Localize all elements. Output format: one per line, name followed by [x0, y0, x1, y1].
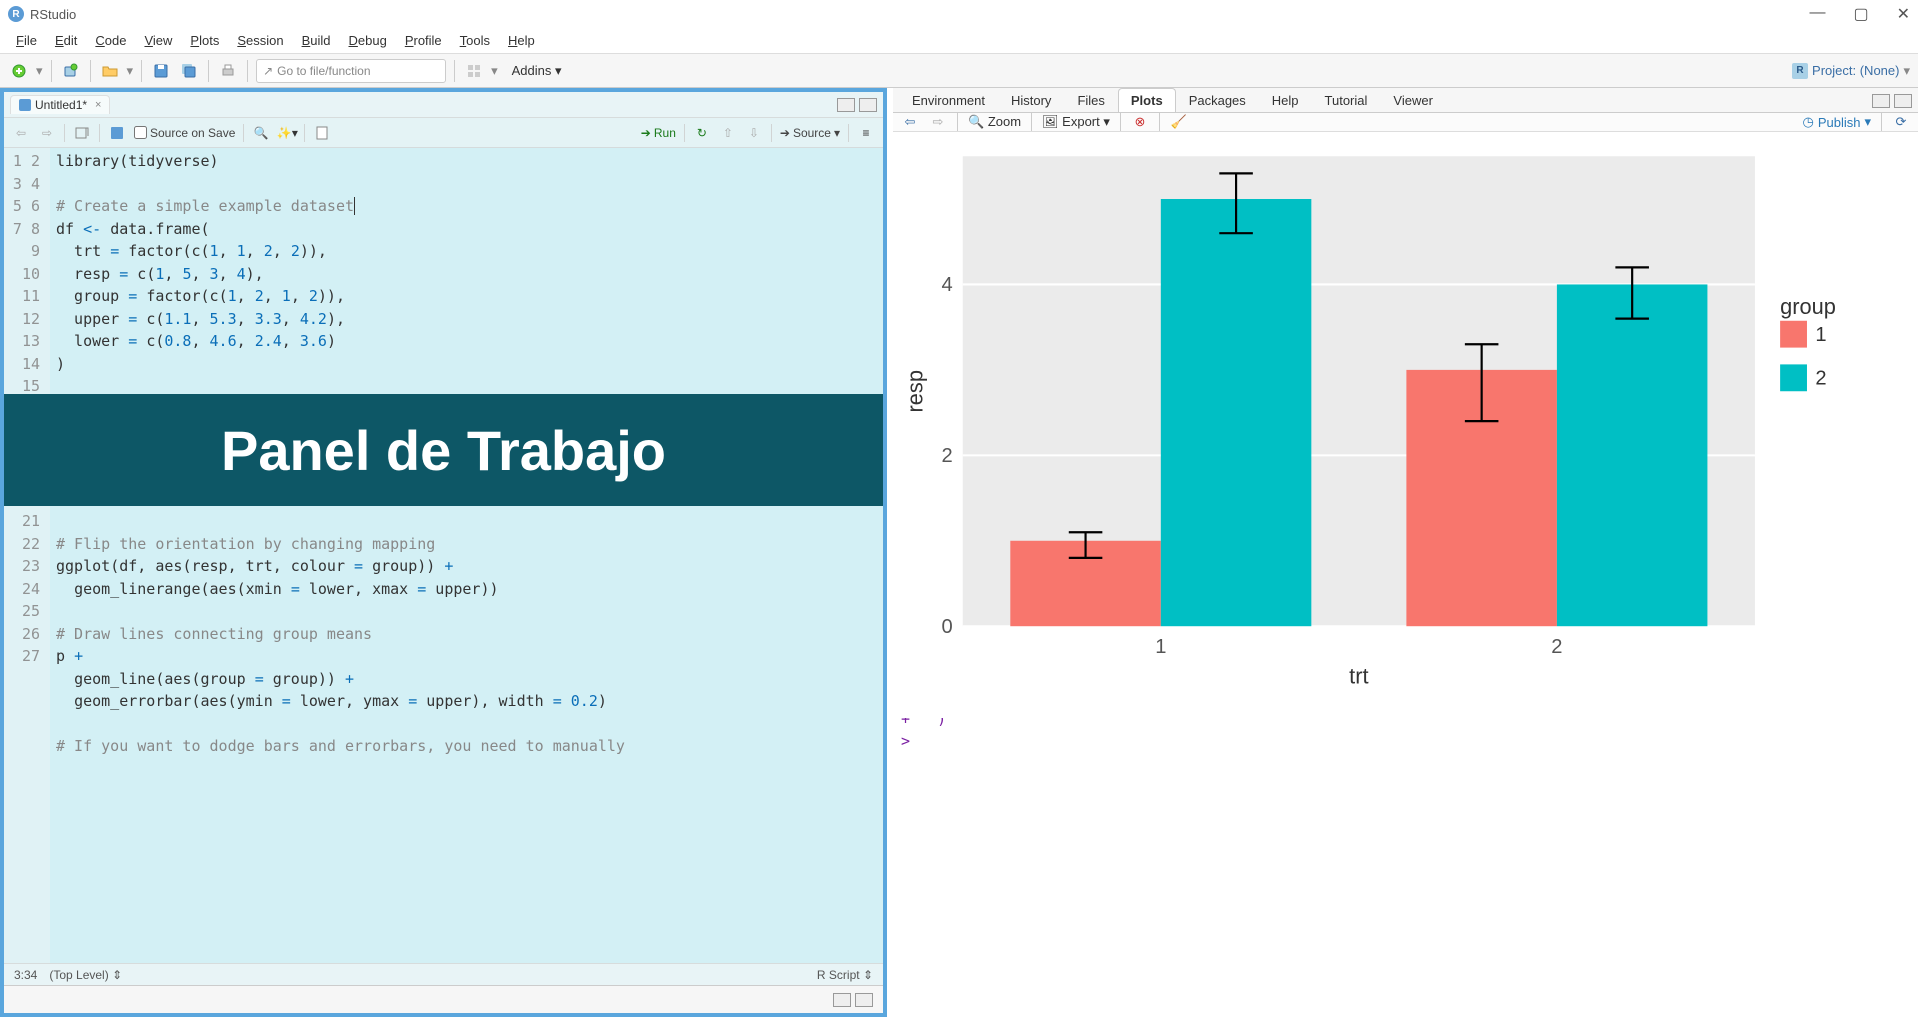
tab-environment[interactable]: Environment [899, 88, 998, 112]
svg-text:2: 2 [1815, 368, 1826, 390]
svg-text:0: 0 [942, 616, 953, 638]
maximize-console-icon[interactable] [855, 993, 873, 1007]
project-selector[interactable]: R Project: (None) ▾ [1792, 63, 1910, 79]
wand-icon[interactable]: ✨▾ [278, 124, 296, 142]
titlebar: R RStudio — ▢ ✕ [0, 0, 1918, 28]
tab-history[interactable]: History [998, 88, 1064, 112]
clear-all-plots-icon[interactable]: 🧹 [1170, 113, 1188, 131]
run-button[interactable]: ➔ Run [641, 126, 676, 140]
svg-text:resp: resp [902, 370, 927, 412]
maximize-upper-icon[interactable] [1894, 94, 1912, 108]
rerun-icon[interactable]: ↻ [693, 124, 711, 142]
print-icon[interactable] [217, 60, 239, 82]
source-tab-untitled[interactable]: Untitled1* × [10, 95, 110, 114]
compile-report-icon[interactable] [313, 124, 331, 142]
right-column: EnvironmentHistoryFilesPlotsPackagesHelp… [893, 88, 1918, 1017]
source-tab-label: Untitled1* [35, 98, 87, 112]
source-on-save-checkbox[interactable]: Source on Save [134, 126, 235, 140]
new-file-icon[interactable] [8, 60, 30, 82]
minimize-pane-icon[interactable] [837, 98, 855, 112]
menu-build[interactable]: Build [294, 31, 339, 50]
go-up-icon[interactable]: ⇧ [719, 124, 737, 142]
window-buttons: — ▢ ✕ [1809, 4, 1910, 24]
scope-label[interactable]: (Top Level) ⇕ [49, 968, 122, 982]
tab-tutorial[interactable]: Tutorial [1312, 88, 1381, 112]
menu-help[interactable]: Help [500, 31, 543, 50]
svg-text:4: 4 [942, 274, 953, 296]
export-button[interactable]: 🖼 Export ▾ [1042, 114, 1110, 130]
menu-profile[interactable]: Profile [397, 31, 450, 50]
r-file-icon [19, 99, 31, 111]
plot-prev-icon[interactable]: ⇦ [901, 113, 919, 131]
svg-text:2: 2 [942, 445, 953, 467]
forward-icon[interactable]: ⇨ [38, 124, 56, 142]
plot-next-icon[interactable]: ⇨ [929, 113, 947, 131]
line-gutter: 1 2 3 4 5 6 7 8 9 10 11 12 13 14 15 16 1… [4, 148, 50, 963]
menu-tools[interactable]: Tools [452, 31, 498, 50]
show-in-new-window-icon[interactable] [73, 124, 91, 142]
save-all-icon[interactable] [178, 60, 200, 82]
open-file-icon[interactable] [99, 60, 121, 82]
menu-plots[interactable]: Plots [182, 31, 227, 50]
plot-toolbar: ⇦ ⇨ 🔍 Zoom 🖼 Export ▾ ⊗ 🧹 ◷ Publish ▾ ⟳ [893, 113, 1918, 132]
refresh-plot-icon[interactable]: ⟳ [1892, 113, 1910, 131]
grid-icon[interactable] [463, 60, 485, 82]
goto-file-input[interactable]: ↗Go to file/function [256, 59, 446, 83]
tab-packages[interactable]: Packages [1176, 88, 1259, 112]
menu-file[interactable]: File [8, 31, 45, 50]
menu-view[interactable]: View [136, 31, 180, 50]
source-button[interactable]: ➔ Source ▾ [780, 126, 840, 140]
cursor-position: 3:34 [14, 968, 37, 982]
code-editor[interactable]: 1 2 3 4 5 6 7 8 9 10 11 12 13 14 15 16 1… [4, 148, 883, 963]
svg-text:1: 1 [1815, 324, 1826, 346]
source-toolbar: ⇦ ⇨ Source on Save 🔍 ✨▾ ➔ Run ↻ ⇧ ⇩ ➔ So… [4, 118, 883, 148]
close-tab-icon[interactable]: × [95, 99, 101, 111]
outline-icon[interactable]: ≡ [857, 124, 875, 142]
addins-menu[interactable]: Addins ▾ [504, 61, 570, 81]
remove-plot-icon[interactable]: ⊗ [1131, 113, 1149, 131]
svg-text:group: group [1780, 294, 1836, 319]
app-logo-icon: R [8, 6, 24, 22]
source-pane: Untitled1* × ⇦ ⇨ Source on Save 🔍 ✨▾ ➔ R… [0, 88, 887, 1017]
menu-code[interactable]: Code [87, 31, 134, 50]
save-source-icon[interactable] [108, 124, 126, 142]
tab-help[interactable]: Help [1259, 88, 1312, 112]
upper-tabrow: EnvironmentHistoryFilesPlotsPackagesHelp… [893, 88, 1918, 113]
close-window-button[interactable]: ✕ [1897, 4, 1910, 24]
save-icon[interactable] [150, 60, 172, 82]
lang-label[interactable]: R Script ⇕ [817, 968, 873, 982]
source-statusbar: 3:34 (Top Level) ⇕ R Script ⇕ [4, 963, 883, 985]
zoom-button[interactable]: 🔍 Zoom [968, 114, 1021, 130]
back-icon[interactable]: ⇦ [12, 124, 30, 142]
app-title: RStudio [30, 7, 76, 22]
menubar: FileEditCodeViewPlotsSessionBuildDebugPr… [0, 28, 1918, 54]
plot-area: 0 2 4 1 2 trt resp group 1 2 [893, 132, 1918, 718]
upper-right-pane: EnvironmentHistoryFilesPlotsPackagesHelp… [893, 88, 1918, 496]
overlay-banner: Panel de Trabajo [4, 394, 883, 506]
go-down-icon[interactable]: ⇩ [745, 124, 763, 142]
code-body[interactable]: library(tidyverse) # Create a simple exa… [50, 148, 883, 963]
minimize-button[interactable]: — [1809, 4, 1825, 24]
menu-edit[interactable]: Edit [47, 31, 85, 50]
svg-text:trt: trt [1349, 663, 1368, 688]
menu-debug[interactable]: Debug [341, 31, 395, 50]
plot-svg: 0 2 4 1 2 trt resp group 1 2 [899, 138, 1906, 712]
console-mini-bar [4, 985, 883, 1013]
menu-session[interactable]: Session [229, 31, 291, 50]
minimize-console-icon[interactable] [833, 993, 851, 1007]
find-icon[interactable]: 🔍 [252, 124, 270, 142]
tab-plots[interactable]: Plots [1118, 88, 1176, 112]
tab-files[interactable]: Files [1064, 88, 1117, 112]
publish-button[interactable]: ◷ Publish ▾ [1802, 114, 1871, 130]
maximize-button[interactable]: ▢ [1853, 4, 1868, 24]
svg-text:1: 1 [1155, 636, 1166, 658]
maximize-pane-icon[interactable] [859, 98, 877, 112]
source-tabrow: Untitled1* × [4, 92, 883, 118]
main-toolbar: ▾ ▾ ↗Go to file/function ▾ Addins ▾ R Pr… [0, 54, 1918, 88]
new-project-icon[interactable] [60, 60, 82, 82]
tab-viewer[interactable]: Viewer [1380, 88, 1446, 112]
svg-text:2: 2 [1551, 636, 1562, 658]
minimize-upper-icon[interactable] [1872, 94, 1890, 108]
